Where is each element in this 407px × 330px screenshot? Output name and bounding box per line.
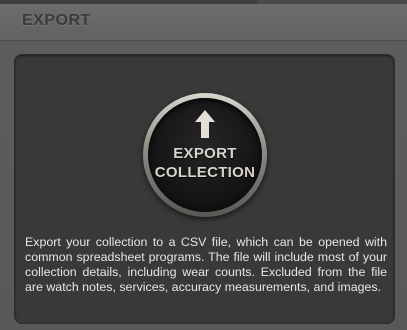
export-description: Export your collection to a CSV file, wh… bbox=[25, 235, 387, 294]
section-title: EXPORT bbox=[22, 12, 91, 29]
export-window: EXPORT EXPORT COLLECTION Export your col… bbox=[0, 0, 407, 330]
export-button-face: EXPORT COLLECTION bbox=[148, 98, 262, 212]
export-button-label-line1: EXPORT bbox=[173, 145, 237, 162]
export-button-label-line2: COLLECTION bbox=[154, 164, 256, 181]
arrow-up-icon bbox=[195, 110, 215, 138]
export-panel: EXPORT COLLECTION Export your collection… bbox=[14, 54, 395, 324]
section-header: EXPORT bbox=[0, 4, 407, 41]
export-collection-button[interactable]: EXPORT COLLECTION bbox=[143, 93, 267, 217]
